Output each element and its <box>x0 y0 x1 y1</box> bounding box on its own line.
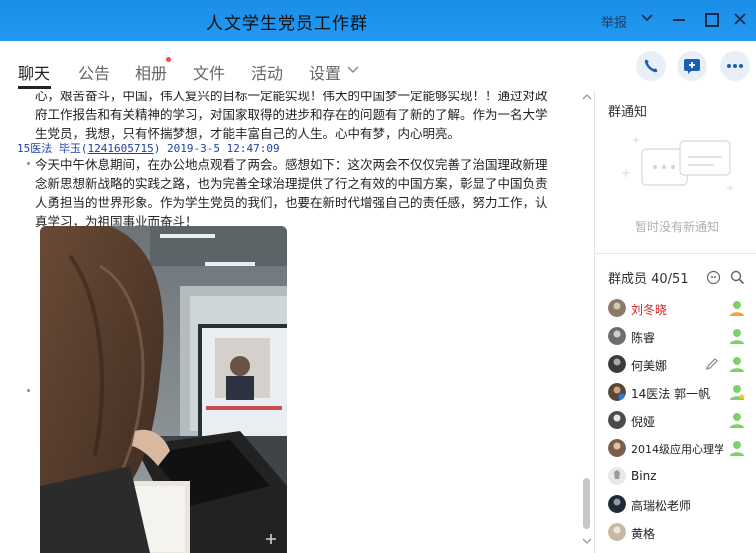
empty-notice-text: 暂时没有新通知 <box>635 220 720 234</box>
title-bar: 人文学生党员工作群 举报 <box>0 0 756 41</box>
window-title: 人文学生党员工作群 <box>206 14 368 34</box>
member-row[interactable]: 陈睿 <box>608 327 756 349</box>
edit-icon[interactable] <box>705 357 719 371</box>
tab-activities[interactable]: 活动 <box>251 60 283 84</box>
member-name: 2014级应用心理学 <box>631 443 723 456</box>
avatar <box>608 439 626 457</box>
close-button[interactable] <box>733 12 747 26</box>
avatar <box>608 355 626 373</box>
add-app-button[interactable] <box>677 51 707 81</box>
minimize-button[interactable] <box>673 19 685 21</box>
avatar <box>608 411 626 429</box>
search-icon[interactable] <box>730 270 745 285</box>
tab-announcements[interactable]: 公告 <box>78 60 110 84</box>
scroll-up-arrow[interactable] <box>582 93 592 101</box>
tab-settings[interactable]: 设置 <box>309 60 341 84</box>
member-name: 高瑞松老师 <box>631 499 692 513</box>
member-name: 14医法 郭一帆 <box>631 387 711 401</box>
member-row[interactable]: 14医法 郭一帆 <box>608 383 756 405</box>
member-row[interactable]: 高瑞松老师 <box>608 495 756 517</box>
message-text-line: 念新思想新战略的实践之路，也为完善全球治理提供了行之有效的中国方案，彰显了中国负… <box>35 176 548 191</box>
chat-scrollbar-thumb[interactable] <box>583 478 590 529</box>
active-tab-indicator <box>18 86 51 89</box>
group-notice-title: 群通知 <box>608 105 648 120</box>
message-bullet <box>27 389 30 392</box>
member-name: 陈睿 <box>631 331 656 345</box>
maximize-button[interactable] <box>705 13 719 27</box>
avatar <box>608 523 626 541</box>
add-app-icon <box>684 59 700 74</box>
avatar <box>608 299 626 317</box>
member-row[interactable]: 何美娜 <box>608 355 756 377</box>
settings-chevron-icon[interactable] <box>347 65 359 75</box>
message-text-line: 心，艰苦奋斗，中国，伟人复兴的目标一定能实现！伟大的中国梦一定能够实现！！通过对… <box>35 91 548 103</box>
scroll-down-arrow[interactable] <box>582 537 592 545</box>
member-name: 倪娅 <box>631 415 656 429</box>
call-button[interactable] <box>636 51 666 81</box>
member-name: 何美娜 <box>631 359 668 373</box>
tab-chat[interactable]: 聊天 <box>18 60 50 84</box>
member-settings-icon[interactable] <box>706 270 721 285</box>
phone-icon <box>644 59 658 73</box>
empty-notice-illustration <box>622 137 733 191</box>
member-row[interactable]: 黄格 <box>608 523 756 545</box>
message-text-line: 今天中午休息期间，在办公地点观看了两会。感想如下：这次两会不仅仅完善了治国理政新… <box>35 157 548 172</box>
member-row[interactable]: 2014级应用心理学 <box>608 439 756 461</box>
member-name: 黄格 <box>631 527 656 541</box>
chevron-down-icon[interactable] <box>640 11 654 25</box>
more-button[interactable] <box>720 51 750 81</box>
member-icon <box>730 357 744 372</box>
zoom-icon[interactable] <box>265 533 277 545</box>
member-name: Binz <box>631 469 657 483</box>
member-icon <box>730 441 744 456</box>
member-row[interactable]: 刘冬晓 <box>608 299 756 321</box>
member-row[interactable]: Binz <box>608 467 756 489</box>
avatar <box>608 383 626 401</box>
member-icon <box>730 329 744 344</box>
new-badge-dot <box>166 57 171 62</box>
message-photo[interactable] <box>40 226 287 553</box>
member-row[interactable]: 倪娅 <box>608 411 756 433</box>
avatar <box>608 495 626 513</box>
tab-album[interactable]: 相册 <box>135 60 167 84</box>
tab-bar: 聊天 公告 相册 文件 活动 设置 <box>0 41 756 92</box>
more-icon <box>727 64 743 68</box>
avatar <box>608 467 626 485</box>
tab-files[interactable]: 文件 <box>193 60 225 84</box>
report-button[interactable]: 举报 <box>601 12 627 31</box>
message-text-line: 人勇担当的世界形象。作为学生党员的我们，也要在新时代增强自己的责任感，努力工作，… <box>35 195 548 210</box>
message-bullet <box>27 162 30 165</box>
member-star-icon <box>730 385 746 400</box>
avatar <box>608 327 626 345</box>
admin-icon <box>730 301 744 316</box>
member-name: 刘冬晓 <box>631 303 668 317</box>
member-icon <box>730 413 744 428</box>
message-text-line: 府工作报告和有关精神的学习，对国家取得的进步和存在的问题有了新的了解。作为一名大… <box>35 107 548 122</box>
photo-image <box>40 226 287 553</box>
sidebar-divider <box>595 253 756 254</box>
members-title: 群成员 40/51 <box>608 272 689 287</box>
